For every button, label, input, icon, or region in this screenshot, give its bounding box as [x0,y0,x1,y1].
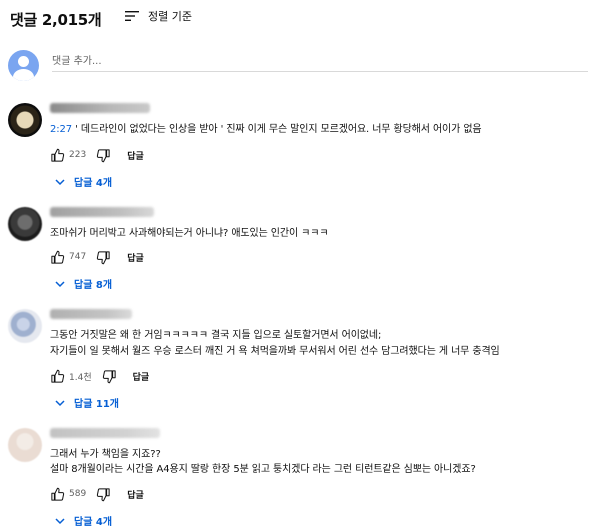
avatar[interactable] [8,207,42,241]
avatar[interactable] [8,428,42,462]
chevron-down-icon [55,178,65,185]
comments-header: 댓글 2,015개 [10,6,102,32]
comment-author[interactable] [50,103,150,113]
comment-body: ' 데드라인이 없었다는 인상을 받아 ' 진짜 이게 무슨 말인지 모르겠어요… [75,124,482,135]
comment-text: 설마 8개월이라는 시간을 A4용지 딸랑 한장 5분 읽고 퉁치겠다 라는 그… [50,464,476,475]
add-comment-row: 댓글 추가... [8,50,588,82]
comment-author[interactable] [50,309,132,319]
avatar [8,50,39,81]
view-replies-button[interactable]: 답글 4개 [54,513,112,526]
thumb-up-icon[interactable] [50,369,65,384]
chevron-down-icon [55,280,65,287]
avatar[interactable] [8,309,42,343]
sort-button[interactable]: 정렬 기준 [124,8,192,24]
add-comment-input[interactable]: 댓글 추가... [52,50,588,72]
thumb-down-icon[interactable] [96,148,111,163]
comment-text: 자기들이 일 못해서 월즈 우승 로스터 깨진 거 욕 쳐먹을까봐 무서워서 어… [50,346,500,357]
like-count: 1.4천 [69,372,92,383]
timestamp-link[interactable]: 2:27 [50,124,72,135]
avatar[interactable] [8,103,42,137]
replies-label: 답글 11개 [74,399,119,410]
sort-lines-icon [125,11,139,21]
like-count: 747 [69,252,87,262]
comment-actions: 1.4천 답글 [50,368,149,384]
thumb-down-icon[interactable] [96,250,111,265]
comment-author[interactable] [50,207,154,217]
comment-text: 그동안 거짓말은 왜 한 거임ㅋㅋㅋㅋㅋ 결국 지들 입으로 실토할거면서 어이… [50,330,382,341]
thumb-down-icon[interactable] [102,369,117,384]
comment-text: 2:27 ' 데드라인이 없었다는 인상을 받아 ' 진짜 이게 무슨 말인지 … [50,122,482,137]
thumb-up-icon[interactable] [50,250,65,265]
like-count: 223 [69,150,87,160]
sort-label: 정렬 기준 [148,10,192,23]
view-replies-button[interactable]: 답글 4개 [54,174,112,189]
comment-text: 조마쉬가 머리박고 사과해야되는거 아니냐? 애도있는 인간이 ㅋㅋㅋ [50,228,329,239]
comment-actions: 223 답글 [50,147,144,163]
comment-actions: 589 답글 [50,486,144,502]
comment-count: 댓글 2,015개 [10,10,102,29]
like-count: 589 [69,489,87,499]
reply-button[interactable]: 답글 [127,488,144,501]
reply-button[interactable]: 답글 [133,370,150,383]
chevron-down-icon [55,517,65,524]
replies-label: 답글 8개 [74,280,113,291]
view-replies-button[interactable]: 답글 8개 [54,276,112,291]
comment-actions: 747 답글 [50,249,144,265]
thumb-up-icon[interactable] [50,487,65,502]
thumb-up-icon[interactable] [50,148,65,163]
chevron-down-icon [55,399,65,406]
replies-label: 답글 4개 [74,517,113,526]
comment-author[interactable] [50,428,160,438]
reply-button[interactable]: 답글 [127,251,144,264]
view-replies-button[interactable]: 답글 11개 [54,395,119,410]
reply-button[interactable]: 답글 [127,149,144,162]
replies-label: 답글 4개 [74,178,113,189]
comment-text: 그래서 누가 책임을 지죠?? [50,449,161,460]
thumb-down-icon[interactable] [96,487,111,502]
